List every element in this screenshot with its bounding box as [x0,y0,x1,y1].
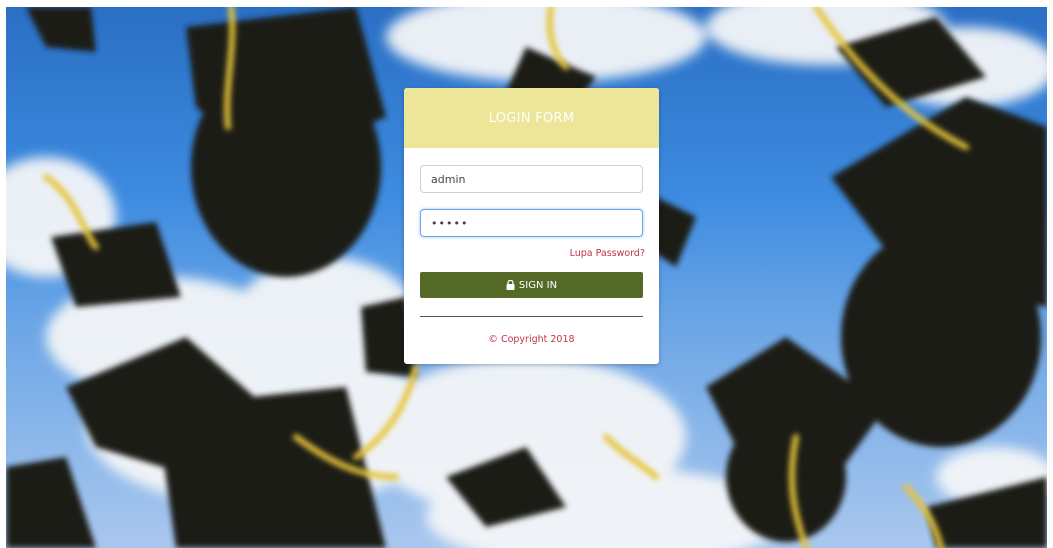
sign-in-label: SIGN IN [518,279,558,291]
sign-in-button[interactable]: SIGN IN [420,272,643,298]
divider [420,316,643,317]
login-form-title: LOGIN FORM [488,110,575,126]
background-photo: LOGIN FORM Lupa Password? SIGN IN © Copy… [6,7,1047,548]
lock-icon [506,280,515,290]
password-input[interactable] [420,209,643,237]
username-input[interactable] [420,165,643,193]
login-card-header: LOGIN FORM [404,88,659,148]
copyright-text: © Copyright 2018 [488,334,575,345]
forgot-password-link[interactable]: Lupa Password? [570,248,645,259]
login-card: LOGIN FORM Lupa Password? SIGN IN © Copy… [404,88,659,364]
